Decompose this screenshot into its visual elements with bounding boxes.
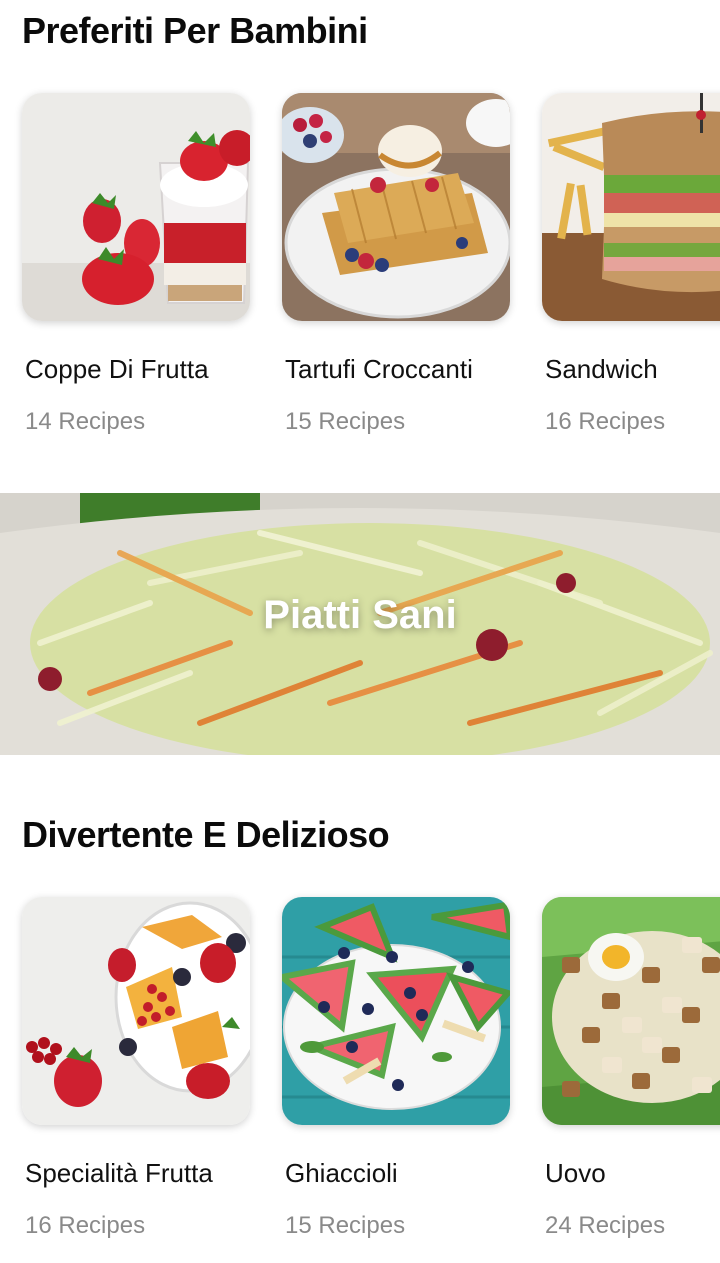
- category-card-uovo[interactable]: Uovo 24 Recipes: [542, 897, 720, 1240]
- category-row-divertente[interactable]: Specialità Frutta 16 Recipes Ghiaccioli …: [22, 897, 720, 1257]
- section-title-preferiti: Preferiti Per Bambini: [22, 10, 368, 51]
- card-title: Tartufi Croccanti: [285, 354, 473, 384]
- category-row-preferiti[interactable]: Coppe Di Frutta 14 Recipes Tartufi Crocc…: [22, 93, 720, 453]
- card-recipe-count: 15 Recipes: [285, 408, 406, 435]
- club-sandwich-image[interactable]: [542, 93, 720, 321]
- strawberry-parfait-image[interactable]: [22, 93, 250, 321]
- egg-salad-image[interactable]: [542, 897, 720, 1125]
- card-recipe-count: 15 Recipes: [285, 1212, 406, 1239]
- category-card-sandwich[interactable]: Sandwich 16 Recipes: [542, 93, 720, 436]
- banner-title: Piatti Sani: [263, 593, 457, 637]
- category-card-coppe-di-frutta[interactable]: Coppe Di Frutta 14 Recipes: [22, 93, 252, 436]
- waffles-berries-image[interactable]: [282, 93, 510, 321]
- card-recipe-count: 16 Recipes: [25, 1212, 146, 1239]
- section-title-divertente: Divertente E Delizioso: [22, 814, 390, 855]
- card-title: Specialità Frutta: [25, 1158, 213, 1188]
- card-title: Ghiaccioli: [285, 1158, 398, 1188]
- category-card-ghiaccioli[interactable]: Ghiaccioli 15 Recipes: [282, 897, 512, 1240]
- card-title: Coppe Di Frutta: [25, 354, 209, 384]
- category-card-specialita-frutta[interactable]: Specialità Frutta 16 Recipes: [22, 897, 252, 1240]
- card-title: Sandwich: [545, 354, 658, 384]
- healthy-dishes-banner[interactable]: Piatti Sani: [0, 493, 720, 755]
- card-recipe-count: 24 Recipes: [545, 1212, 666, 1239]
- watermelon-pops-image[interactable]: [282, 897, 510, 1125]
- card-recipe-count: 14 Recipes: [25, 408, 146, 435]
- fruit-bowl-image[interactable]: [22, 897, 250, 1125]
- card-title: Uovo: [545, 1158, 606, 1188]
- card-recipe-count: 16 Recipes: [545, 408, 666, 435]
- category-card-tartufi-croccanti[interactable]: Tartufi Croccanti 15 Recipes: [282, 93, 512, 436]
- recipe-categories-screen: Preferiti Per Bambini Coppe Di Frutta 14…: [0, 0, 720, 1263]
